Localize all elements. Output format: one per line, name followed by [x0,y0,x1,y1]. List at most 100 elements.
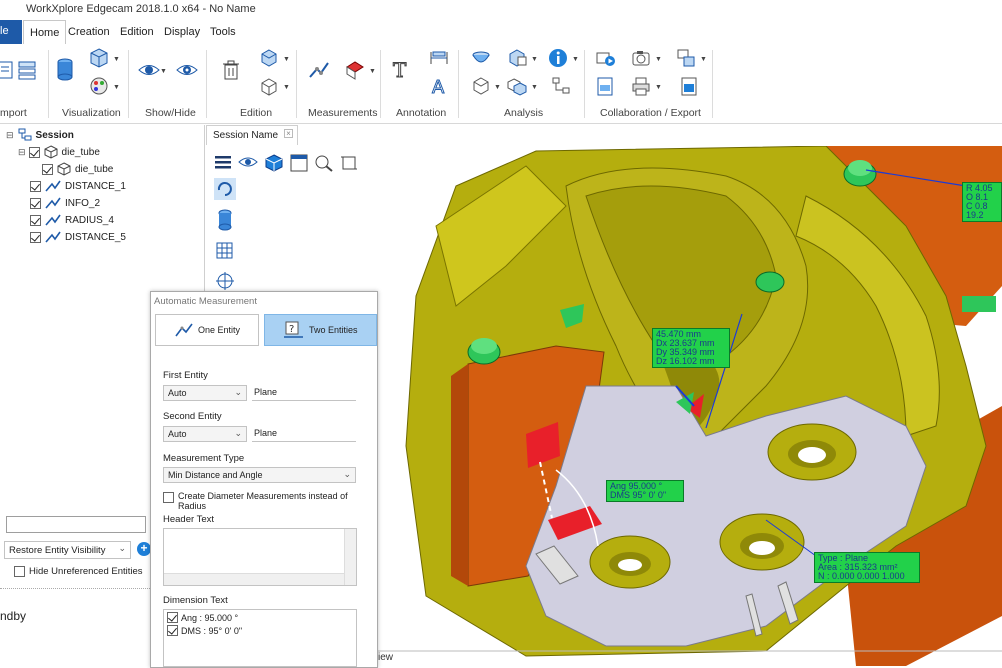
visibility-checkbox[interactable] [30,231,41,243]
show-hide-icon[interactable] [136,58,162,82]
measure-tool-icon[interactable] [306,58,332,82]
text-annotation-icon[interactable]: T [388,58,414,82]
rotate-icon[interactable] [214,178,236,200]
tree-structure-icon[interactable] [548,74,574,98]
tree-item-session[interactable]: ⊟ Session [6,127,74,143]
dropdown-arrow-icon[interactable]: ▼ [369,68,376,75]
visibility-select[interactable]: Restore Entity Visibility ⌄ [4,541,131,559]
analysis-bowl-icon[interactable] [468,46,494,70]
cube-view-icon[interactable] [86,46,112,70]
filter-input[interactable] [6,516,146,533]
tree-item-distance-1[interactable]: DISTANCE_1 [30,178,126,194]
dimension-line-dms[interactable]: DMS : 95° 0' 0" [164,625,356,636]
plane-info-label[interactable]: Type : Plane Area : 315.323 mm² N : 0.00… [814,552,920,583]
tree-item-radius-4[interactable]: RADIUS_4 [30,212,114,228]
tab-creation[interactable]: Creation [62,24,116,42]
dropdown-arrow-icon[interactable]: ▼ [160,68,167,75]
dropdown-arrow-icon[interactable]: ▼ [494,84,501,91]
visibility-checkbox[interactable] [28,146,40,158]
menu-icon[interactable] [214,154,232,170]
tree-item-die-tube-child[interactable]: die_tube [42,161,113,177]
measure-color-icon[interactable] [342,58,368,82]
dropdown-arrow-icon[interactable]: ▼ [572,56,579,63]
dimension-text-list[interactable]: Ang : 95.000 ° DMS : 95° 0' 0" [163,609,357,667]
splitter[interactable] [0,588,150,591]
print-icon[interactable] [628,74,654,98]
group-visualization-label: Visualization [62,107,121,119]
first-entity-select[interactable]: Auto ⌄ [163,385,247,401]
hide-unreferenced-checkbox[interactable] [14,566,25,577]
dropdown-arrow-icon[interactable]: ▼ [655,84,662,91]
dropdown-arrow-icon[interactable]: ▼ [655,56,662,63]
dropdown-arrow-icon[interactable]: ▼ [283,56,290,63]
visibility-checkbox[interactable] [42,163,53,175]
cylinder-view-icon[interactable] [214,208,236,232]
tree-item-die-tube[interactable]: ⊟ die_tube [18,144,100,160]
tab-home[interactable]: Home [23,20,67,45]
tab-display[interactable]: Display [158,24,206,42]
two-entities-button[interactable]: ? Two Entities [264,314,377,346]
view-eye-icon[interactable] [238,154,258,170]
transform-icon[interactable] [256,46,282,70]
font-icon[interactable]: A [426,74,452,98]
one-entity-button[interactable]: One Entity [155,314,259,346]
dropdown-arrow-icon[interactable]: ▼ [531,84,538,91]
diameter-checkbox[interactable] [163,492,174,503]
info-icon[interactable] [545,46,571,70]
distance-label[interactable]: 45.470 mm Dx 23.637 mm Dy 35.349 mm Dz 1… [652,328,730,368]
export-file-icon[interactable] [676,74,702,98]
diameter-option[interactable]: Create Diameter Measurements instead of … [163,491,348,511]
camera-icon[interactable] [628,46,654,70]
visibility-checkbox[interactable] [30,180,41,192]
copy-solid-icon[interactable] [256,74,282,98]
palette-icon[interactable] [86,74,112,98]
tree-item-info-2[interactable]: INFO_2 [30,195,100,211]
dropdown-arrow-icon[interactable]: ▼ [113,84,120,91]
tree-item-distance-5[interactable]: DISTANCE_5 [30,229,126,245]
grid-icon[interactable] [214,240,236,262]
second-entity-select[interactable]: Auto ⌄ [163,426,247,442]
tab-edition[interactable]: Edition [114,24,160,42]
analysis-box-icon[interactable] [468,74,494,98]
export-doc-icon[interactable] [592,74,618,98]
scrollbar[interactable] [344,529,356,585]
compare-icon[interactable] [504,74,530,98]
visibility-checkbox[interactable] [30,214,41,226]
video-export-icon[interactable] [592,46,618,70]
dimension-line-angle[interactable]: Ang : 95.000 ° [164,610,356,625]
zoom-icon[interactable] [314,154,334,172]
dropdown-arrow-icon[interactable]: ▼ [700,56,707,63]
measurement-type-select[interactable]: Min Distance and Angle ⌄ [163,467,356,483]
expand-icon[interactable]: ⊟ [6,130,14,141]
dimension-line-checkbox[interactable] [167,612,178,623]
tab-file[interactable]: le [0,20,22,44]
expand-icon[interactable]: ⊟ [18,147,26,158]
tab-session-name[interactable]: Session Name × [206,125,298,145]
section-icon[interactable] [504,46,530,70]
eye-icon[interactable] [174,58,200,82]
second-entity-value[interactable]: Plane [252,426,356,442]
cube-icon[interactable] [264,154,284,172]
header-text-area[interactable] [163,528,357,586]
angle-label[interactable]: Ang 95.000 ° DMS 95° 0' 0" [606,480,684,502]
visibility-checkbox[interactable] [30,197,41,209]
crosshair-icon[interactable] [214,270,236,292]
hide-unreferenced-option[interactable]: Hide Unreferenced Entities [14,566,143,577]
list-view-icon[interactable] [14,58,40,82]
cylinder-icon[interactable] [52,58,78,82]
radius-label[interactable]: R 4.05 O 8.1 C 0.8 19.2 [962,182,1002,222]
first-entity-value[interactable]: Plane [252,385,356,401]
fit-icon[interactable] [340,154,358,172]
dimension-line-checkbox[interactable] [167,625,178,636]
share-icon[interactable] [673,46,699,70]
add-icon[interactable]: + [137,542,151,556]
dropdown-arrow-icon[interactable]: ▼ [283,84,290,91]
close-icon[interactable]: × [284,129,293,138]
tab-tools[interactable]: Tools [204,24,242,42]
scrollbar[interactable] [164,573,344,585]
dropdown-arrow-icon[interactable]: ▼ [531,56,538,63]
dimension-icon[interactable] [426,46,452,70]
window-icon[interactable] [290,154,308,172]
delete-icon[interactable] [218,58,244,82]
dropdown-arrow-icon[interactable]: ▼ [113,56,120,63]
